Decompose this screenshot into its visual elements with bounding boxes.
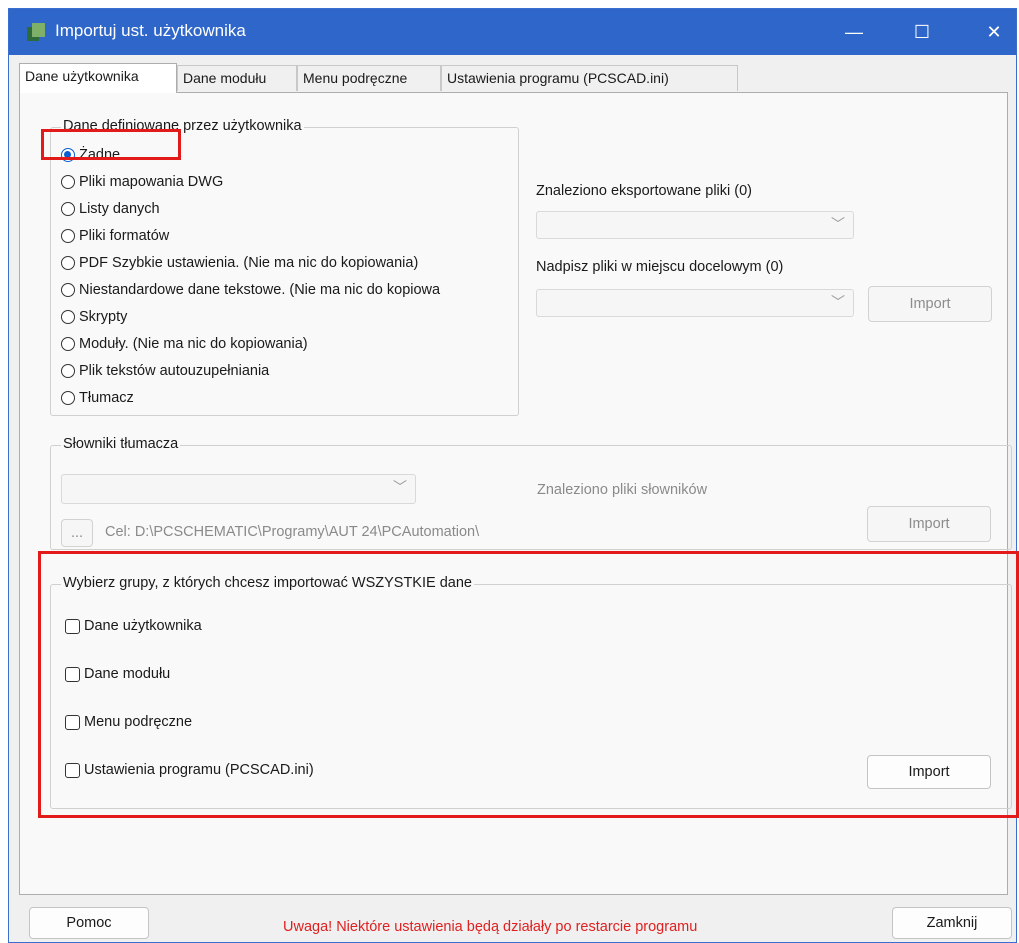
restart-warning: Uwaga! Niektóre ustawienia będą działały… xyxy=(283,919,698,935)
radio-label: Plik tekstów autouzupełniania xyxy=(79,363,270,379)
radio-label: Pliki mapowania DWG xyxy=(79,174,224,190)
close-button[interactable]: Zamknij xyxy=(892,907,1012,939)
title-bar[interactable]: Importuj ust. użytkownika — ☐ ✕ xyxy=(9,9,1016,55)
found-exported-files-combo[interactable]: ﹀ xyxy=(536,211,854,239)
checkbox-program-settings[interactable]: Ustawienia programu (PCSCAD.ini) xyxy=(65,759,314,781)
import-all-groups-button[interactable]: Import xyxy=(867,755,991,789)
help-button[interactable]: Pomoc xyxy=(29,907,149,939)
tab-context-menu[interactable]: Menu podręczne xyxy=(297,65,441,91)
radio-label: Moduły. (Nie ma nic do kopiowania) xyxy=(79,336,308,352)
maximize-button[interactable]: ☐ xyxy=(899,9,945,55)
radio-label: Tłumacz xyxy=(79,390,134,406)
found-exported-files-label: Znaleziono eksportowane pliki (0) xyxy=(536,183,752,199)
radio-label: Listy danych xyxy=(79,201,160,217)
import-exported-button[interactable]: Import xyxy=(868,286,992,322)
minimize-button[interactable]: — xyxy=(831,9,877,55)
maximize-icon: ☐ xyxy=(913,21,931,42)
browse-button[interactable]: ... xyxy=(61,519,93,547)
radio-button[interactable] xyxy=(61,283,75,297)
radio-button[interactable] xyxy=(61,202,75,216)
close-icon: ✕ xyxy=(986,21,1002,42)
radio-label: Żadne xyxy=(79,147,121,163)
radio-label: Niestandardowe dane tekstowe. (Nie ma ni… xyxy=(79,282,441,298)
tab-program-settings[interactable]: Ustawienia programu (PCSCAD.ini) xyxy=(441,65,738,91)
radio-label: Pliki formatów xyxy=(79,228,170,244)
checkbox-label: Ustawienia programu (PCSCAD.ini) xyxy=(84,762,314,778)
overwrite-files-label: Nadpisz pliki w miejscu docelowym (0) xyxy=(536,259,784,275)
radio-button[interactable] xyxy=(61,175,75,189)
radio-label: Skrypty xyxy=(79,309,128,325)
checkbox-label: Dane modułu xyxy=(84,666,171,682)
chevron-down-icon: ﹀ xyxy=(393,479,407,495)
checkbox-context-menu[interactable]: Menu podręczne xyxy=(65,711,192,733)
dictionaries-group-title: Słowniki tłumacza xyxy=(61,436,181,452)
dictionaries-combo[interactable]: ﹀ xyxy=(61,474,416,504)
checkbox[interactable] xyxy=(65,666,80,682)
import-user-settings-dialog: Importuj ust. użytkownika — ☐ ✕ Dane uży… xyxy=(8,8,1017,943)
dictionaries-group: Słowniki tłumacza ﹀ Znaleziono pliki sło… xyxy=(50,436,1012,550)
checkbox-label: Menu podręczne xyxy=(84,714,193,730)
user-data-group: Dane definiowane przez użytkownika Żadne… xyxy=(50,118,519,416)
close-window-button[interactable]: ✕ xyxy=(971,9,1017,55)
radio-button[interactable] xyxy=(61,229,75,243)
window-title: Importuj ust. użytkownika xyxy=(55,21,246,40)
checkbox-module-data[interactable]: Dane modułu xyxy=(65,663,170,685)
checkbox[interactable] xyxy=(65,618,80,634)
radio-dwg-mapping[interactable]: Pliki mapowania DWG xyxy=(61,171,223,193)
radio-format-files[interactable]: Pliki formatów xyxy=(61,225,169,247)
radio-button[interactable] xyxy=(61,256,75,270)
minimize-icon: — xyxy=(845,21,863,42)
chevron-down-icon: ﹀ xyxy=(831,294,845,310)
checkbox[interactable] xyxy=(65,762,80,778)
checkbox-label: Dane użytkownika xyxy=(84,618,202,634)
radio-custom-text-data[interactable]: Niestandardowe dane tekstowe. (Nie ma ni… xyxy=(61,279,518,301)
radio-button[interactable] xyxy=(61,391,75,405)
checkbox[interactable] xyxy=(65,714,80,730)
checkbox-user-data[interactable]: Dane użytkownika xyxy=(65,615,202,637)
import-dictionaries-button[interactable]: Import xyxy=(867,506,991,542)
import-groups-title: Wybierz grupy, z których chcesz importow… xyxy=(61,575,474,591)
radio-autocomplete-texts[interactable]: Plik tekstów autouzupełniania xyxy=(61,360,269,382)
overwrite-files-combo[interactable]: ﹀ xyxy=(536,289,854,317)
tab-panel: Dane definiowane przez użytkownika Żadne… xyxy=(19,92,1012,895)
app-icon xyxy=(27,23,45,41)
radio-scripts[interactable]: Skrypty xyxy=(61,306,127,328)
target-path-label: Cel: D:\PCSCHEMATIC\Programy\AUT 24\PCAu… xyxy=(105,524,480,540)
chevron-down-icon: ﹀ xyxy=(831,216,845,232)
radio-button[interactable] xyxy=(61,310,75,324)
import-groups-group: Wybierz grupy, z których chcesz importow… xyxy=(50,575,1012,809)
radio-data-lists[interactable]: Listy danych xyxy=(61,198,160,220)
tab-module-data[interactable]: Dane modułu xyxy=(177,65,297,91)
user-data-group-title: Dane definiowane przez użytkownika xyxy=(61,118,304,134)
radio-pdf-quick-settings[interactable]: PDF Szybkie ustawienia. (Nie ma nic do k… xyxy=(61,252,418,274)
radio-none[interactable]: Żadne xyxy=(61,144,120,166)
found-dictionaries-label: Znaleziono pliki słowników xyxy=(537,482,708,498)
radio-button[interactable] xyxy=(61,364,75,378)
radio-button[interactable] xyxy=(61,337,75,351)
radio-modules[interactable]: Moduły. (Nie ma nic do kopiowania) xyxy=(61,333,308,355)
radio-label: PDF Szybkie ustawienia. (Nie ma nic do k… xyxy=(79,255,419,271)
radio-button[interactable] xyxy=(61,148,75,162)
tab-user-data[interactable]: Dane użytkownika xyxy=(19,63,177,93)
radio-translator[interactable]: Tłumacz xyxy=(61,387,134,409)
